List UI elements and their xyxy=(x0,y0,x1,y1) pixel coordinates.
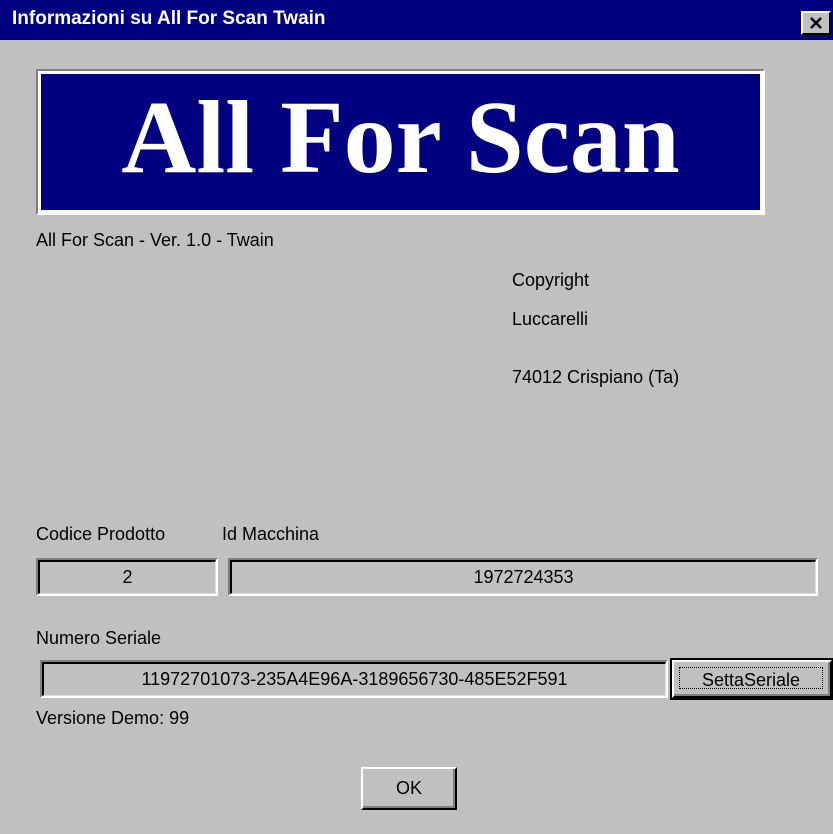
ok-button[interactable]: OK xyxy=(361,767,457,810)
demo-version-text: Versione Demo: 99 xyxy=(36,708,190,728)
machine-id-value: 1972724353 xyxy=(230,560,816,594)
close-icon xyxy=(810,17,822,29)
product-code-value: 2 xyxy=(38,560,216,594)
version-text: All For Scan - Ver. 1.0 - Twain xyxy=(36,230,274,250)
author-name: Luccarelli xyxy=(512,309,589,329)
set-serial-label: SettaSeriale xyxy=(679,667,823,690)
product-banner: All For Scan xyxy=(36,69,765,215)
close-button[interactable] xyxy=(801,11,831,35)
window-title: Informazioni su All For Scan Twain xyxy=(12,8,326,29)
set-serial-button[interactable]: SettaSeriale xyxy=(670,658,833,700)
product-code-label: Codice Prodotto xyxy=(36,524,166,544)
copyright-line: Copyright xyxy=(512,270,590,290)
banner-background: All For Scan xyxy=(41,74,760,210)
product-code-field: 2 xyxy=(36,558,218,596)
button-shadow xyxy=(363,769,455,808)
banner-text: All For Scan xyxy=(121,80,680,195)
serial-label: Numero Seriale xyxy=(36,628,162,648)
machine-id-label: Id Macchina xyxy=(222,524,320,544)
serial-number-field[interactable]: 11972701073-235A4E96A-3189656730-485E52F… xyxy=(40,660,668,698)
title-bar: Informazioni su All For Scan Twain xyxy=(0,0,833,40)
author-address: 74012 Crispiano (Ta) xyxy=(512,367,680,387)
machine-id-field: 1972724353 xyxy=(228,558,818,596)
serial-number-value: 11972701073-235A4E96A-3189656730-485E52F… xyxy=(42,662,666,696)
